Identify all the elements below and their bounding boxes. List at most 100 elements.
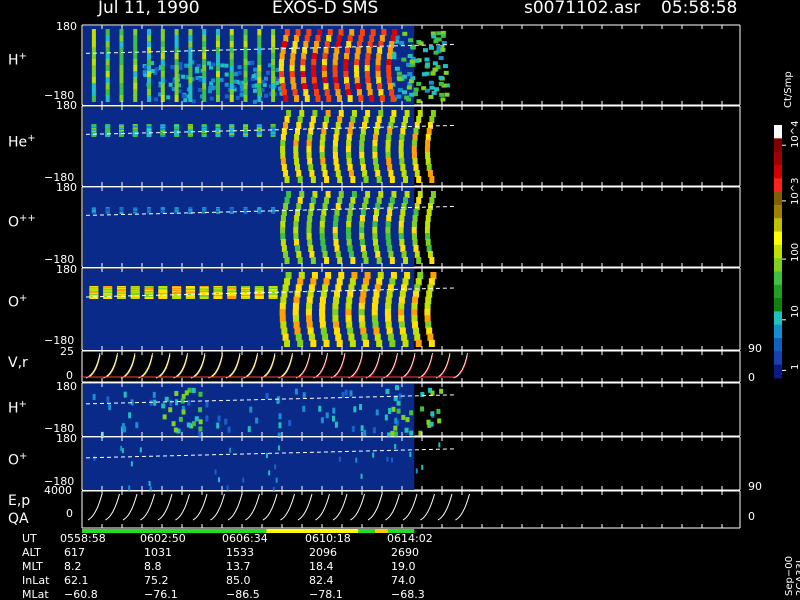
spectral-spike xyxy=(319,152,325,159)
spectral-spike xyxy=(347,95,353,102)
spectral-spike xyxy=(387,333,394,341)
spectral-spike xyxy=(411,315,418,323)
heatmap-cell xyxy=(440,33,446,38)
spectral-spike xyxy=(174,29,179,36)
heatmap-cell xyxy=(436,37,442,42)
energy-curve xyxy=(210,493,225,521)
spectral-spike xyxy=(118,135,124,137)
spectral-spike xyxy=(280,296,287,304)
spectral-spike xyxy=(213,297,223,299)
colorbar-swatch xyxy=(774,298,782,312)
spectral-spike xyxy=(160,59,165,66)
spectral-spike xyxy=(103,297,113,299)
spectral-spike xyxy=(296,122,302,129)
spectral-spike xyxy=(174,41,179,48)
spectral-spike xyxy=(301,53,307,60)
spectral-spike xyxy=(229,29,234,36)
spectral-spike xyxy=(332,146,338,153)
spectral-spike xyxy=(370,29,376,36)
spectral-spike xyxy=(306,233,312,240)
velocity-curve xyxy=(330,354,346,379)
spectral-spike xyxy=(386,158,392,165)
ephemeris-value: 0602:50 xyxy=(140,532,186,545)
colorbar-swatch xyxy=(774,125,782,139)
spectral-spike xyxy=(280,321,287,329)
heatmap-cell xyxy=(255,417,259,424)
heatmap-cell xyxy=(407,53,413,58)
spectral-spike xyxy=(319,302,326,310)
spectral-spike xyxy=(188,77,193,84)
spectral-spike xyxy=(289,59,295,66)
energy-curve xyxy=(455,493,470,521)
heatmap-cell xyxy=(251,74,256,79)
spectral-spike xyxy=(345,309,352,317)
spectral-spike xyxy=(385,221,391,228)
spectral-spike xyxy=(355,83,361,90)
spectral-spike xyxy=(284,176,290,183)
spectral-spike xyxy=(347,128,353,135)
heatmap-cell xyxy=(430,71,436,76)
spectral-spike xyxy=(384,309,391,317)
spectral-spike xyxy=(360,327,367,335)
spectral-spike xyxy=(413,209,419,216)
energy-curve xyxy=(385,493,400,521)
spectral-spike xyxy=(389,89,395,96)
spectral-spike xyxy=(309,122,315,129)
spectral-spike xyxy=(188,59,193,66)
spectral-spike xyxy=(91,29,96,36)
spectral-spike xyxy=(388,122,394,129)
energy-curve xyxy=(175,493,190,521)
spectral-spike xyxy=(346,321,353,329)
spectral-spike xyxy=(334,47,340,54)
spectral-spike xyxy=(270,135,276,137)
heatmap-cell xyxy=(406,85,412,90)
spectral-spike xyxy=(280,215,286,222)
spectral-spike xyxy=(292,41,298,48)
heatmap-cell xyxy=(359,404,363,411)
spectral-spike xyxy=(257,77,262,84)
spectral-spike xyxy=(401,203,407,210)
spectral-spike xyxy=(398,302,405,310)
heatmap-cell xyxy=(168,407,173,413)
spectral-spike xyxy=(160,95,165,102)
heatmap-cell xyxy=(214,469,217,475)
spectral-spike xyxy=(280,140,286,147)
spectral-spike xyxy=(202,83,207,90)
spectral-spike xyxy=(359,158,365,165)
spectral-spike xyxy=(306,296,313,304)
heatmap-cell xyxy=(443,70,449,75)
spectral-spike xyxy=(398,321,405,329)
spectral-spike xyxy=(320,158,326,165)
spectral-spike xyxy=(398,309,405,317)
spectral-spike xyxy=(333,296,340,304)
spectral-spike xyxy=(354,77,360,84)
heatmap-cell xyxy=(438,56,444,61)
spectral-spike xyxy=(174,65,179,72)
spectral-spike xyxy=(427,251,433,258)
heatmap-cell xyxy=(402,90,408,95)
heatmap-cell xyxy=(93,455,96,461)
spectral-spike xyxy=(202,77,207,84)
radius-curve xyxy=(383,352,398,379)
radius-curve xyxy=(225,352,241,379)
heatmap-cell xyxy=(181,409,186,415)
spectral-spike xyxy=(243,29,248,36)
heatmap-cell xyxy=(208,85,213,90)
spectral-spike xyxy=(215,212,220,214)
spectral-spike xyxy=(293,146,299,153)
spectral-spike xyxy=(257,212,262,214)
spectral-spike xyxy=(358,302,365,310)
spectral-spike xyxy=(303,89,309,96)
ephemeris-row-label: ALT xyxy=(22,546,41,559)
spectral-spike xyxy=(414,333,421,341)
spectral-spike xyxy=(386,134,392,141)
spectral-spike xyxy=(346,221,352,228)
heatmap-cell xyxy=(274,464,277,470)
radius-curve xyxy=(278,352,293,379)
spectral-spike xyxy=(324,41,330,48)
heatmap-cell xyxy=(205,415,209,422)
spectral-spike xyxy=(324,257,330,264)
spectral-spike xyxy=(229,89,234,96)
radius-curve xyxy=(243,352,258,379)
spectral-spike xyxy=(290,77,296,84)
